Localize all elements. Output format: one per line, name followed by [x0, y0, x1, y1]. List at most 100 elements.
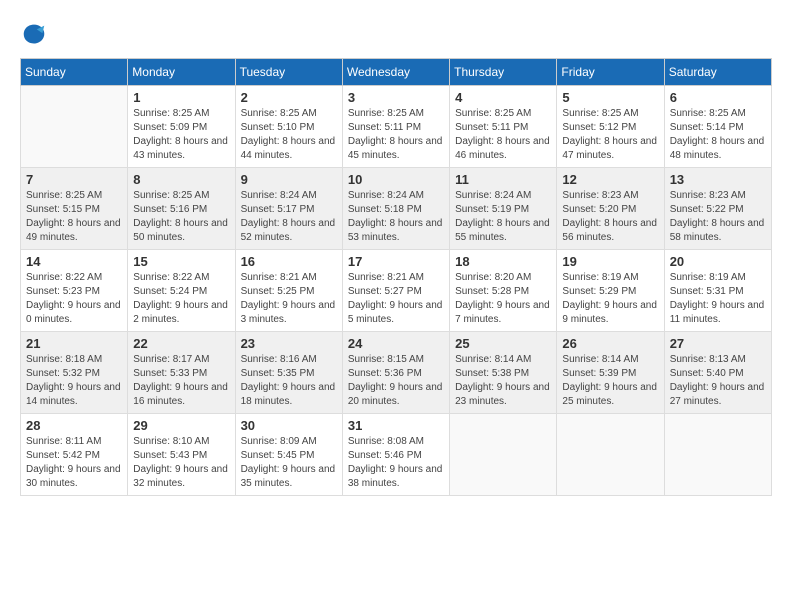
day-number: 1	[133, 90, 229, 105]
calendar-cell: 7Sunrise: 8:25 AMSunset: 5:15 PMDaylight…	[21, 168, 128, 250]
calendar-cell: 27 Sunrise: 8:13 AMSunset: 5:40 PMDayligh…	[664, 332, 771, 414]
calendar-header: SundayMondayTuesdayWednesdayThursdayFrid…	[21, 59, 772, 86]
calendar-cell: 14Sunrise: 8:22 AMSunset: 5:23 PMDayligh…	[21, 250, 128, 332]
calendar-body: 1 Sunrise: 8:25 AMSunset: 5:09 PMDaylight…	[21, 86, 772, 496]
calendar-week-row: 14Sunrise: 8:22 AMSunset: 5:23 PMDayligh…	[21, 250, 772, 332]
calendar-table: SundayMondayTuesdayWednesdayThursdayFrid…	[20, 58, 772, 496]
weekday-header-tuesday: Tuesday	[235, 59, 342, 86]
day-number: 18	[455, 254, 551, 269]
day-info: Sunrise: 8:11 AMSunset: 5:42 PMDaylight:…	[26, 435, 122, 491]
day-info: Sunrise: 8:09 AMSunset: 5:45 PMDaylight:…	[241, 435, 337, 491]
day-info: Sunrise: 8:25 AMSunset: 5:14 PMDaylight:…	[670, 107, 766, 163]
weekday-header-thursday: Thursday	[450, 59, 557, 86]
calendar-cell: 11 Sunrise: 8:24 AMSunset: 5:19 PMDayligh…	[450, 168, 557, 250]
calendar-cell: 1 Sunrise: 8:25 AMSunset: 5:09 PMDaylight…	[128, 86, 235, 168]
calendar-cell: 24 Sunrise: 8:15 AMSunset: 5:36 PMDayligh…	[342, 332, 449, 414]
calendar-cell: 5Sunrise: 8:25 AMSunset: 5:12 PMDaylight…	[557, 86, 664, 168]
day-info: Sunrise: 8:17 AMSunset: 5:33 PMDaylight:…	[133, 353, 229, 409]
calendar-week-row: 21 Sunrise: 8:18 AMSunset: 5:32 PMDayligh…	[21, 332, 772, 414]
logo-icon	[20, 20, 48, 48]
day-info: Sunrise: 8:25 AMSunset: 5:11 PMDaylight:…	[455, 107, 551, 163]
day-info: Sunrise: 8:25 AMSunset: 5:11 PMDaylight:…	[348, 107, 444, 163]
calendar-cell: 19 Sunrise: 8:19 AMSunset: 5:29 PMDayligh…	[557, 250, 664, 332]
calendar-cell: 20 Sunrise: 8:19 AMSunset: 5:31 PMDayligh…	[664, 250, 771, 332]
day-number: 2	[241, 90, 337, 105]
day-number: 6	[670, 90, 766, 105]
day-number: 3	[348, 90, 444, 105]
weekday-header-sunday: Sunday	[21, 59, 128, 86]
calendar-cell: 4 Sunrise: 8:25 AMSunset: 5:11 PMDaylight…	[450, 86, 557, 168]
day-number: 20	[670, 254, 766, 269]
day-info: Sunrise: 8:25 AMSunset: 5:16 PMDaylight:…	[133, 189, 229, 245]
calendar-cell	[21, 86, 128, 168]
day-number: 19	[562, 254, 658, 269]
calendar-cell: 6 Sunrise: 8:25 AMSunset: 5:14 PMDaylight…	[664, 86, 771, 168]
calendar-cell	[557, 414, 664, 496]
calendar-cell: 18Sunrise: 8:20 AMSunset: 5:28 PMDayligh…	[450, 250, 557, 332]
day-number: 13	[670, 172, 766, 187]
day-number: 15	[133, 254, 229, 269]
calendar-cell: 21 Sunrise: 8:18 AMSunset: 5:32 PMDayligh…	[21, 332, 128, 414]
day-number: 30	[241, 418, 337, 433]
day-info: Sunrise: 8:19 AMSunset: 5:29 PMDaylight:…	[562, 271, 658, 327]
day-number: 22	[133, 336, 229, 351]
day-number: 12	[562, 172, 658, 187]
calendar-week-row: 7Sunrise: 8:25 AMSunset: 5:15 PMDaylight…	[21, 168, 772, 250]
day-number: 17	[348, 254, 444, 269]
day-info: Sunrise: 8:15 AMSunset: 5:36 PMDaylight:…	[348, 353, 444, 409]
calendar-cell: 12Sunrise: 8:23 AMSunset: 5:20 PMDayligh…	[557, 168, 664, 250]
day-number: 8	[133, 172, 229, 187]
day-info: Sunrise: 8:19 AMSunset: 5:31 PMDaylight:…	[670, 271, 766, 327]
day-info: Sunrise: 8:23 AMSunset: 5:22 PMDaylight:…	[670, 189, 766, 245]
calendar-cell: 16Sunrise: 8:21 AMSunset: 5:25 PMDayligh…	[235, 250, 342, 332]
calendar-cell: 15 Sunrise: 8:22 AMSunset: 5:24 PMDayligh…	[128, 250, 235, 332]
day-info: Sunrise: 8:13 AMSunset: 5:40 PMDaylight:…	[670, 353, 766, 409]
day-info: Sunrise: 8:18 AMSunset: 5:32 PMDaylight:…	[26, 353, 122, 409]
weekday-header-wednesday: Wednesday	[342, 59, 449, 86]
day-number: 24	[348, 336, 444, 351]
day-number: 9	[241, 172, 337, 187]
day-number: 26	[562, 336, 658, 351]
calendar-cell: 22 Sunrise: 8:17 AMSunset: 5:33 PMDayligh…	[128, 332, 235, 414]
weekday-header-friday: Friday	[557, 59, 664, 86]
day-info: Sunrise: 8:25 AMSunset: 5:09 PMDaylight:…	[133, 107, 229, 163]
day-number: 4	[455, 90, 551, 105]
day-number: 21	[26, 336, 122, 351]
day-info: Sunrise: 8:24 AMSunset: 5:19 PMDaylight:…	[455, 189, 551, 245]
day-info: Sunrise: 8:10 AMSunset: 5:43 PMDaylight:…	[133, 435, 229, 491]
page-header	[20, 20, 772, 48]
day-info: Sunrise: 8:25 AMSunset: 5:10 PMDaylight:…	[241, 107, 337, 163]
day-number: 28	[26, 418, 122, 433]
day-info: Sunrise: 8:22 AMSunset: 5:24 PMDaylight:…	[133, 271, 229, 327]
calendar-cell: 26Sunrise: 8:14 AMSunset: 5:39 PMDayligh…	[557, 332, 664, 414]
day-number: 25	[455, 336, 551, 351]
day-info: Sunrise: 8:21 AMSunset: 5:27 PMDaylight:…	[348, 271, 444, 327]
calendar-cell	[664, 414, 771, 496]
calendar-cell: 31 Sunrise: 8:08 AMSunset: 5:46 PMDayligh…	[342, 414, 449, 496]
weekday-header-row: SundayMondayTuesdayWednesdayThursdayFrid…	[21, 59, 772, 86]
day-info: Sunrise: 8:24 AMSunset: 5:17 PMDaylight:…	[241, 189, 337, 245]
day-number: 27	[670, 336, 766, 351]
day-number: 16	[241, 254, 337, 269]
calendar-cell: 28 Sunrise: 8:11 AMSunset: 5:42 PMDayligh…	[21, 414, 128, 496]
weekday-header-monday: Monday	[128, 59, 235, 86]
day-number: 31	[348, 418, 444, 433]
day-number: 29	[133, 418, 229, 433]
calendar-week-row: 1 Sunrise: 8:25 AMSunset: 5:09 PMDaylight…	[21, 86, 772, 168]
day-info: Sunrise: 8:08 AMSunset: 5:46 PMDaylight:…	[348, 435, 444, 491]
calendar-cell: 2 Sunrise: 8:25 AMSunset: 5:10 PMDaylight…	[235, 86, 342, 168]
day-info: Sunrise: 8:25 AMSunset: 5:15 PMDaylight:…	[26, 189, 122, 245]
calendar-cell: 3 Sunrise: 8:25 AMSunset: 5:11 PMDaylight…	[342, 86, 449, 168]
day-info: Sunrise: 8:25 AMSunset: 5:12 PMDaylight:…	[562, 107, 658, 163]
day-number: 11	[455, 172, 551, 187]
calendar-cell: 23 Sunrise: 8:16 AMSunset: 5:35 PMDayligh…	[235, 332, 342, 414]
day-number: 10	[348, 172, 444, 187]
calendar-cell: 8 Sunrise: 8:25 AMSunset: 5:16 PMDaylight…	[128, 168, 235, 250]
day-info: Sunrise: 8:14 AMSunset: 5:38 PMDaylight:…	[455, 353, 551, 409]
day-number: 23	[241, 336, 337, 351]
calendar-week-row: 28 Sunrise: 8:11 AMSunset: 5:42 PMDayligh…	[21, 414, 772, 496]
day-info: Sunrise: 8:16 AMSunset: 5:35 PMDaylight:…	[241, 353, 337, 409]
day-info: Sunrise: 8:22 AMSunset: 5:23 PMDaylight:…	[26, 271, 122, 327]
calendar-cell: 25 Sunrise: 8:14 AMSunset: 5:38 PMDayligh…	[450, 332, 557, 414]
calendar-cell: 13 Sunrise: 8:23 AMSunset: 5:22 PMDayligh…	[664, 168, 771, 250]
